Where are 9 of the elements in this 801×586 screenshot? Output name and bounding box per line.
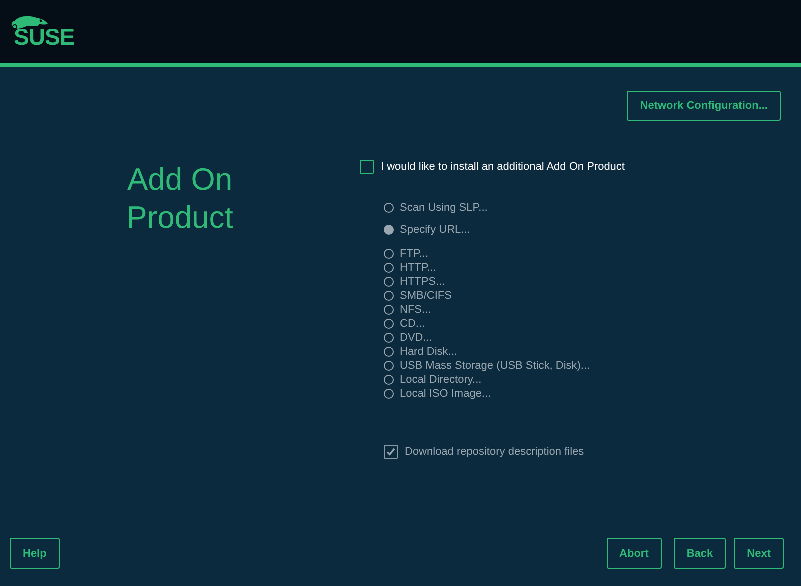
suse-logo: SUSE — [10, 14, 75, 49]
help-button[interactable]: Help — [10, 538, 60, 569]
checkmark-icon — [386, 447, 396, 457]
next-button[interactable]: Next — [734, 538, 784, 569]
abort-button[interactable]: Abort — [606, 538, 662, 569]
page-title: Add On Product — [126, 161, 234, 237]
network-configuration-button[interactable]: Network Configuration... — [627, 91, 781, 121]
back-button[interactable]: Back — [674, 538, 726, 569]
checkbox[interactable]: I would like to install an additional Add On Product — [360, 160, 625, 174]
